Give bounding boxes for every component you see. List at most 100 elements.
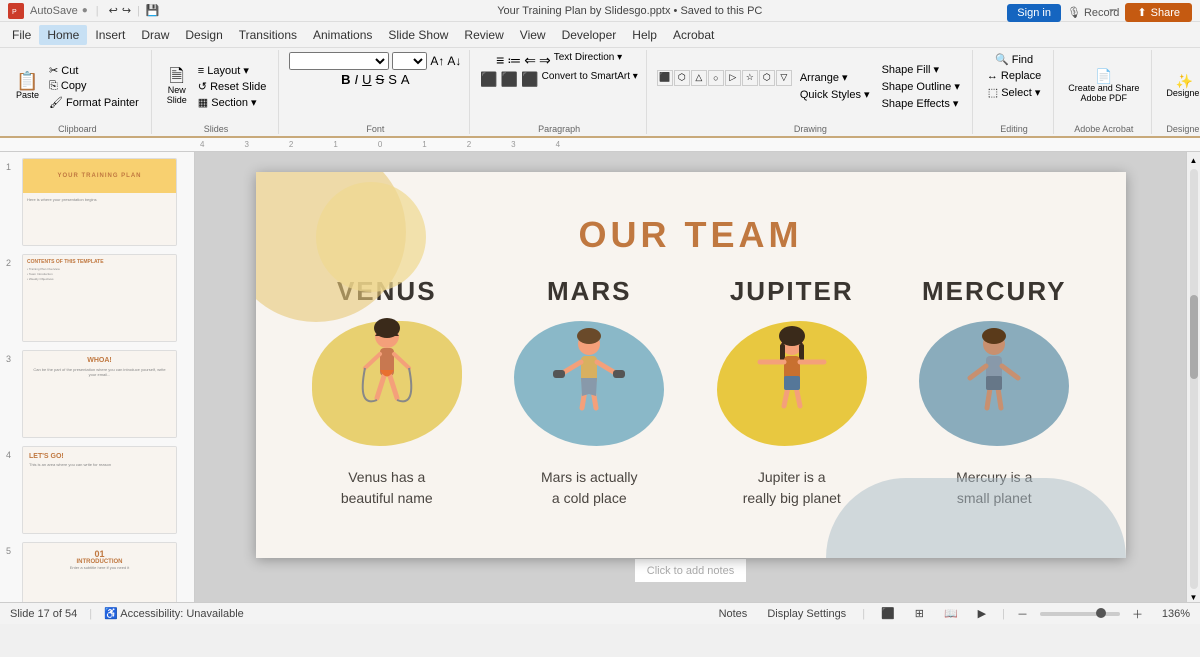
ribbon: 📋 Paste ✂ Cut ⎘ Copy 🖌 Format Painter Cl… <box>0 48 1200 138</box>
create-share-pdf-button[interactable]: 📄 Create and ShareAdobe PDF <box>1064 67 1143 105</box>
normal-view-btn[interactable]: ⬛ <box>877 606 899 621</box>
section-button[interactable]: ▦ Section ▾ <box>194 95 271 110</box>
shape-8[interactable]: ▽ <box>776 70 792 86</box>
mars-name: MARS <box>547 276 632 307</box>
undo-btn[interactable]: ↩ <box>107 2 120 19</box>
venus-avatar-wrapper <box>312 321 462 451</box>
align-left-button[interactable]: ⬛ <box>480 71 497 88</box>
save-btn[interactable]: 💾 <box>144 2 162 19</box>
team-member-mercury: MERCURY <box>902 276 1087 509</box>
zoom-out-btn[interactable]: － <box>1017 606 1028 622</box>
copy-button[interactable]: ⎘ Copy <box>45 79 143 94</box>
reset-slide-button[interactable]: ↺ Reset Slide <box>194 79 271 94</box>
slideshow-btn[interactable]: ▶ <box>974 606 990 621</box>
scroll-down-arrow[interactable]: ▼ <box>1190 593 1198 602</box>
center-align-button[interactable]: ⬛ <box>501 71 518 88</box>
menu-design[interactable]: Design <box>177 25 230 45</box>
notes-area[interactable]: Click to add notes <box>635 558 746 582</box>
font-grow-button[interactable]: A↑ <box>430 54 444 68</box>
zoom-slider[interactable] <box>1040 612 1120 616</box>
zoom-thumb[interactable] <box>1096 608 1106 618</box>
format-painter-button[interactable]: 🖌 Format Painter <box>45 95 143 110</box>
mercury-avatar <box>954 326 1034 451</box>
display-settings-btn[interactable]: Display Settings <box>763 607 850 621</box>
shape-3[interactable]: △ <box>691 70 707 86</box>
numbered-list-button[interactable]: ≔ <box>507 52 521 69</box>
signin-button[interactable]: Sign in <box>1007 4 1061 22</box>
slide-preview-3: WHOA! Can be the part of the presentatio… <box>22 350 177 438</box>
strikethrough-button[interactable]: S <box>376 72 385 87</box>
shape-outline-button[interactable]: Shape Outline ▾ <box>878 79 964 94</box>
notes-placeholder: Click to add notes <box>647 565 734 577</box>
menu-acrobat[interactable]: Acrobat <box>665 25 722 45</box>
slide-thumb-1[interactable]: 1 YOUR TRAINING PLAN Here is where your … <box>4 156 190 248</box>
menu-transitions[interactable]: Transitions <box>231 25 305 45</box>
autosave-toggle[interactable]: ● <box>82 5 88 16</box>
decrease-indent-button[interactable]: ⇐ <box>524 52 536 69</box>
shape-6[interactable]: ☆ <box>742 70 758 86</box>
menu-review[interactable]: Review <box>456 25 511 45</box>
shape-5[interactable]: ▷ <box>725 70 741 86</box>
slide-sorter-btn[interactable]: ⊞ <box>911 606 928 621</box>
underline-button[interactable]: U <box>362 72 371 87</box>
slide-thumb-4[interactable]: 4 LET'S GO! This is an area where you ca… <box>4 444 190 536</box>
menu-developer[interactable]: Developer <box>554 25 625 45</box>
mercury-figure <box>954 326 1034 446</box>
select-button[interactable]: ⬚ Select ▾ <box>984 85 1045 100</box>
scroll-thumb[interactable] <box>1190 295 1198 379</box>
quick-styles-button[interactable]: Quick Styles ▾ <box>796 87 874 102</box>
menu-draw[interactable]: Draw <box>133 25 177 45</box>
slide-canvas: OUR TEAM VENUS <box>256 172 1126 558</box>
menu-animations[interactable]: Animations <box>305 25 380 45</box>
vertical-scrollbar[interactable]: ▲ ▼ <box>1186 152 1200 602</box>
arrange-button[interactable]: Arrange ▾ <box>796 70 874 85</box>
align-right-button[interactable]: ⬛ <box>521 71 538 88</box>
find-button[interactable]: 🔍 Find <box>991 52 1037 67</box>
layout-button[interactable]: ≡ Layout ▾ <box>194 63 271 78</box>
font-family-select[interactable] <box>289 52 389 70</box>
zoom-in-btn[interactable]: ＋ <box>1132 606 1143 622</box>
replace-button[interactable]: ↔ Replace <box>983 69 1045 83</box>
italic-button[interactable]: I <box>355 72 359 87</box>
shape-fill-button[interactable]: Shape Fill ▾ <box>878 62 964 77</box>
font-size-select[interactable] <box>392 52 427 70</box>
paste-button[interactable]: 📋 Paste <box>12 70 43 102</box>
jupiter-avatar <box>752 326 832 451</box>
slide-thumb-3[interactable]: 3 WHOA! Can be the part of the presentat… <box>4 348 190 440</box>
designer-button[interactable]: ✨ Designer <box>1162 72 1200 100</box>
shape-2[interactable]: ⬡ <box>674 70 690 86</box>
menu-view[interactable]: View <box>512 25 554 45</box>
menu-insert[interactable]: Insert <box>87 25 133 45</box>
shape-7[interactable]: ⬡ <box>759 70 775 86</box>
text-direction-button[interactable]: Text Direction ▾ <box>554 52 622 69</box>
cut-button[interactable]: ✂ Cut <box>45 63 143 78</box>
shape-effects-button[interactable]: Shape Effects ▾ <box>878 96 964 111</box>
convert-smartart-button[interactable]: Convert to SmartArt ▾ <box>542 71 638 88</box>
shape-1[interactable]: ⬛ <box>657 70 673 86</box>
menu-slideshow[interactable]: Slide Show <box>380 25 456 45</box>
new-slide-button[interactable]: 🗎 NewSlide <box>162 65 192 107</box>
share-button[interactable]: ⬆ Share <box>1125 3 1192 22</box>
menu-file[interactable]: File <box>4 25 39 45</box>
slide-preview-5: 01 INTRODUCTION Enter a subtitle here if… <box>22 542 177 602</box>
increase-indent-button[interactable]: ⇒ <box>539 52 551 69</box>
menu-help[interactable]: Help <box>624 25 665 45</box>
font-shrink-button[interactable]: A↓ <box>447 54 461 68</box>
scroll-up-arrow[interactable]: ▲ <box>1190 156 1198 165</box>
menu-home[interactable]: Home <box>39 25 87 45</box>
app-icon: P <box>8 3 24 19</box>
reading-view-btn[interactable]: 📖 <box>940 606 962 621</box>
slide-preview-4: LET'S GO! This is an area where you can … <box>22 446 177 534</box>
redo-btn[interactable]: ↪ <box>120 2 133 19</box>
new-slide-icon: 🗎 <box>170 67 184 85</box>
font-color-button[interactable]: A <box>401 72 410 87</box>
jupiter-name: JUPITER <box>730 276 854 307</box>
slide-thumb-2[interactable]: 2 CONTENTS OF THIS TEMPLATE • Training P… <box>4 252 190 344</box>
bullet-list-button[interactable]: ≡ <box>496 52 504 69</box>
slide-preview-2: CONTENTS OF THIS TEMPLATE • Training Pla… <box>22 254 177 342</box>
slide-thumb-5[interactable]: 5 01 INTRODUCTION Enter a subtitle here … <box>4 540 190 602</box>
bold-button[interactable]: B <box>341 72 350 87</box>
shape-4[interactable]: ○ <box>708 70 724 86</box>
shadow-button[interactable]: S <box>388 72 397 87</box>
notes-btn[interactable]: Notes <box>715 607 752 621</box>
